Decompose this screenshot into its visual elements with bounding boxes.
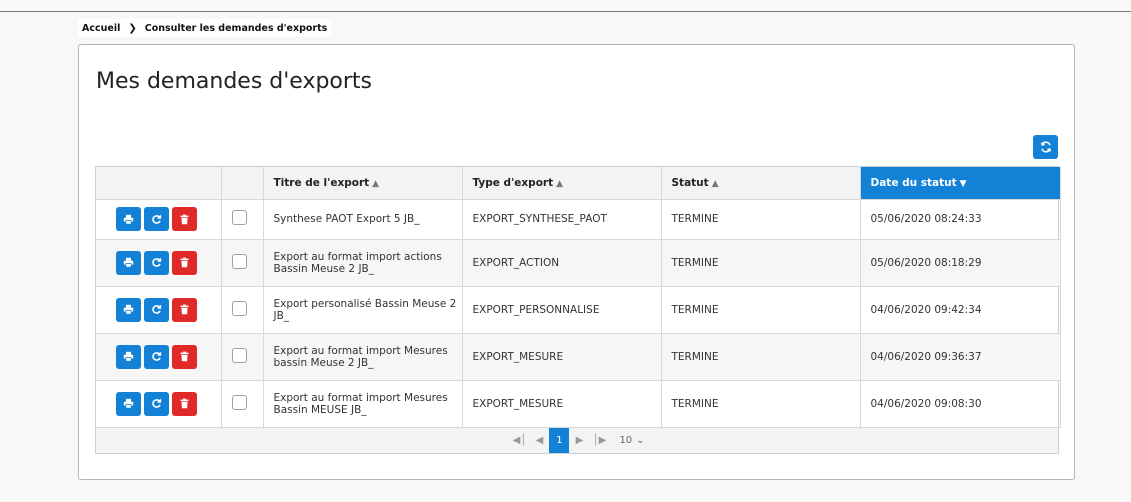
table-row: Synthese PAOT Export 5 JB_ EXPORT_SYNTHE…: [96, 199, 1061, 240]
refresh-icon: [152, 352, 162, 361]
print-icon: [123, 398, 134, 409]
select-column-header: [221, 167, 264, 200]
refresh-icon: [152, 305, 162, 314]
trash-icon: [180, 304, 189, 315]
print-icon: [123, 257, 134, 268]
print-button[interactable]: [116, 250, 141, 275]
chevron-down-icon: ⌄: [636, 434, 645, 446]
print-icon: [123, 214, 134, 225]
refresh-icon: [152, 399, 162, 408]
actions-column-header: [96, 167, 222, 200]
row-actions: [106, 391, 221, 416]
row-actions: [106, 297, 221, 322]
cell-date: 04/06/2020 09:36:37: [860, 333, 1061, 381]
top-divider: [0, 11, 1131, 12]
previous-page-icon[interactable]: ◀: [529, 435, 549, 446]
refresh-icon: [1040, 141, 1051, 153]
cell-type: EXPORT_PERSONNALISE: [462, 286, 662, 334]
delete-button[interactable]: [172, 250, 197, 275]
page-size-select[interactable]: 10 ⌄: [619, 435, 644, 446]
breadcrumb: Accueil ❯ Consulter les demandes d'expor…: [78, 19, 332, 37]
cell-type: EXPORT_SYNTHESE_PAOT: [462, 199, 662, 240]
cell-type: EXPORT_ACTION: [462, 239, 662, 287]
delete-button[interactable]: [172, 391, 197, 416]
table-row: Export au format import actions Bassin M…: [96, 239, 1061, 287]
column-header-status[interactable]: Statut ▲︎: [661, 167, 861, 200]
print-button[interactable]: [116, 344, 141, 369]
pagination: ◀│ ◀ 1 ▶ │▶ 10 ⌄: [96, 427, 1058, 453]
cell-status: TERMINE: [661, 333, 861, 381]
row-actions: [106, 250, 221, 275]
refresh-icon: [152, 258, 162, 267]
refresh-icon: [152, 214, 162, 224]
row-checkbox[interactable]: [231, 347, 247, 363]
row-checkbox[interactable]: [231, 300, 247, 316]
retry-button[interactable]: [144, 344, 169, 369]
refresh-list-button[interactable]: [1033, 135, 1058, 159]
trash-icon: [180, 257, 189, 268]
retry-button[interactable]: [144, 391, 169, 416]
delete-button[interactable]: [172, 207, 197, 231]
retry-button[interactable]: [144, 297, 169, 322]
chevron-right-icon: ❯: [128, 22, 137, 34]
cell-title: Export au format import Mesures bassin M…: [263, 333, 463, 381]
trash-icon: [180, 214, 189, 224]
table-row: Export au format import Mesures Bassin M…: [96, 380, 1061, 428]
row-checkbox[interactable]: [231, 253, 247, 269]
cell-date: 05/06/2020 08:24:33: [860, 199, 1061, 240]
print-button[interactable]: [116, 207, 141, 231]
print-icon: [123, 304, 134, 315]
cell-date: 05/06/2020 08:18:29: [860, 239, 1061, 287]
next-page-icon[interactable]: ▶: [569, 435, 589, 446]
row-actions: [106, 344, 221, 369]
breadcrumb-home-link[interactable]: Accueil: [82, 23, 120, 34]
sort-icon: ▲︎: [372, 178, 380, 189]
retry-button[interactable]: [144, 207, 169, 231]
cell-status: TERMINE: [661, 286, 861, 334]
sort-icon: ▲︎: [711, 178, 719, 189]
row-actions: [106, 207, 221, 231]
cell-date: 04/06/2020 09:42:34: [860, 286, 1061, 334]
page-size-value: 10: [619, 434, 633, 446]
table-row: Export personalisé Bassin Meuse 2 JB_ EX…: [96, 286, 1061, 334]
delete-button[interactable]: [172, 344, 197, 369]
breadcrumb-current: Consulter les demandes d'exports: [144, 22, 328, 34]
cell-title: Export au format import actions Bassin M…: [263, 239, 463, 287]
row-checkbox[interactable]: [231, 394, 247, 410]
trash-icon: [180, 398, 189, 409]
cell-title: Export au format import Mesures Bassin M…: [263, 380, 463, 428]
page-title: Mes demandes d'exports: [96, 69, 373, 94]
cell-status: TERMINE: [661, 199, 861, 240]
cell-title: Export personalisé Bassin Meuse 2 JB_: [263, 286, 463, 334]
first-page-icon[interactable]: ◀│: [509, 435, 529, 446]
row-checkbox[interactable]: [231, 210, 247, 225]
delete-button[interactable]: [172, 297, 197, 322]
print-icon: [123, 351, 134, 362]
cell-type: EXPORT_MESURE: [462, 333, 662, 381]
retry-button[interactable]: [144, 250, 169, 275]
cell-status: TERMINE: [661, 239, 861, 287]
cell-type: EXPORT_MESURE: [462, 380, 662, 428]
column-header-type[interactable]: Type d'export ▲︎: [462, 167, 662, 200]
last-page-icon[interactable]: │▶: [589, 435, 609, 446]
exports-grid: Titre de l'export ▲︎ Type d'export ▲︎ Stat…: [95, 166, 1061, 454]
sort-desc-icon: ▼: [959, 178, 967, 189]
column-header-title[interactable]: Titre de l'export ▲︎: [263, 167, 463, 200]
current-page-button[interactable]: 1: [549, 427, 570, 453]
table-row: Export au format import Mesures bassin M…: [96, 333, 1061, 381]
cell-status: TERMINE: [661, 380, 861, 428]
exports-panel: Mes demandes d'exports Titre de l'export…: [78, 44, 1075, 480]
sort-icon: ▲︎: [556, 178, 564, 189]
print-button[interactable]: [116, 391, 141, 416]
cell-title: Synthese PAOT Export 5 JB_: [263, 199, 463, 240]
column-header-date[interactable]: Date du statut ▼: [860, 167, 1061, 200]
print-button[interactable]: [116, 297, 141, 322]
cell-date: 04/06/2020 09:08:30: [860, 380, 1061, 428]
trash-icon: [180, 351, 189, 362]
